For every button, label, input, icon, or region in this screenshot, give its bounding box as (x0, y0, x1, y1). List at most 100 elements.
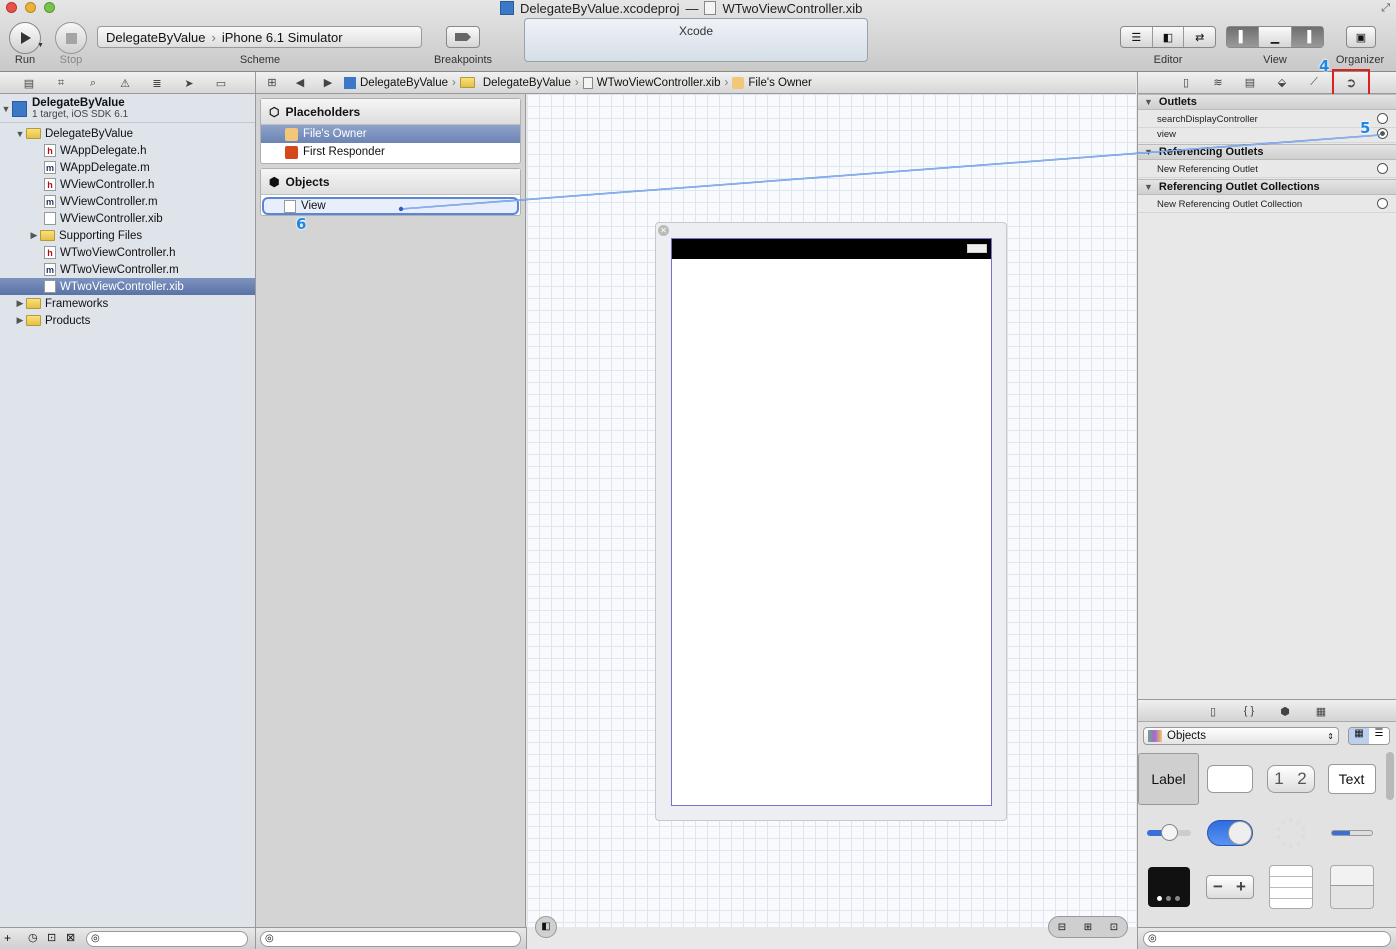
align-icon[interactable]: ⊟ (1058, 922, 1066, 933)
object-library-cube-icon[interactable]: ⬢ (1273, 700, 1297, 722)
list-item[interactable]: m WAppDelegate.m (0, 159, 255, 176)
issue-navigator-warning-icon[interactable]: ⚠ (113, 72, 137, 94)
jump-crumb-file[interactable]: WTwoViewController.xib (582, 76, 721, 89)
add-plus-icon[interactable]: + (4, 931, 11, 945)
connection-circle[interactable] (1377, 113, 1388, 124)
library-item-switch[interactable] (1199, 807, 1260, 859)
connections-inspector-arrow-icon[interactable]: ➲ (1332, 68, 1370, 97)
library-view-toggle[interactable]: ▦ ☰ (1348, 727, 1390, 745)
list-item[interactable]: m WTwoViewController.m (0, 261, 255, 278)
files-owner-row[interactable]: File's Owner (261, 125, 520, 143)
related-items-grid-icon[interactable]: ⊞ (260, 72, 284, 94)
disclosure-closed-icon[interactable]: ▶ (28, 230, 40, 241)
library-item-table-view[interactable] (1260, 861, 1321, 913)
debug-navigator-icon[interactable]: ≣ (145, 72, 169, 94)
library-scrollbar[interactable] (1386, 752, 1394, 800)
first-responder-row[interactable]: First Responder (261, 143, 520, 161)
organizer-button[interactable]: ▣ (1346, 26, 1376, 48)
jump-crumb-owner[interactable]: File's Owner (732, 76, 812, 89)
list-item[interactable]: h WViewController.h (0, 176, 255, 193)
project-root-row[interactable]: ▼ DelegateByValue 1 target, iOS SDK 6.1 (0, 95, 255, 123)
outline-filter-input[interactable]: ◎ (260, 931, 521, 947)
quick-help-icon[interactable]: ≋ (1206, 72, 1230, 94)
grid-view-icon[interactable]: ▦ (1349, 728, 1369, 744)
disclosure-open-icon[interactable]: ▼ (1144, 97, 1153, 107)
zoom-window-button[interactable] (44, 2, 55, 13)
outlets-header[interactable]: ▼ Outlets (1138, 94, 1396, 110)
scheme-selector[interactable]: DelegateByValue › iPhone 6.1 Simulator (97, 26, 422, 48)
connection-circle-filled[interactable] (1377, 128, 1388, 139)
library-filter-input[interactable]: ◎ (1143, 931, 1391, 947)
library-item-page-control[interactable] (1138, 861, 1199, 913)
close-window-button[interactable] (6, 2, 17, 13)
simulated-view[interactable] (671, 238, 992, 806)
close-scene-icon[interactable]: ✕ (658, 225, 669, 236)
library-category-select[interactable]: Objects ⇕ (1143, 727, 1339, 745)
library-item-segmented-control[interactable]: 12 (1260, 753, 1321, 805)
library-item-activity-indicator[interactable] (1260, 807, 1321, 859)
library-item-progress-view[interactable] (1321, 807, 1382, 859)
library-item-button[interactable] (1199, 753, 1260, 805)
list-item[interactable]: ▶ Supporting Files (0, 227, 255, 244)
breakpoint-navigator-icon[interactable]: ➤ (177, 72, 201, 94)
navigator-toggle-icon[interactable]: ▌ (1227, 27, 1260, 47)
list-view-icon[interactable]: ☰ (1369, 728, 1389, 744)
navigator-filter-input[interactable]: ◎ (86, 931, 248, 947)
view-row[interactable]: View (262, 197, 519, 215)
library-item-text-field[interactable]: Text (1321, 753, 1382, 805)
list-item[interactable]: ▼ DelegateByValue (0, 125, 255, 142)
utilities-toggle-icon[interactable]: ▐ (1291, 27, 1323, 47)
list-item[interactable]: m WViewController.m (0, 193, 255, 210)
file-template-icon[interactable]: ▯ (1201, 700, 1225, 722)
identity-inspector-icon[interactable]: ▤ (1238, 72, 1262, 94)
assistant-editor-icon[interactable]: ◧ (1153, 27, 1185, 47)
disclosure-open-icon[interactable]: ▼ (1144, 147, 1153, 157)
view-frame[interactable]: ✕ (655, 222, 1007, 821)
disclosure-open-icon[interactable]: ▼ (1144, 182, 1153, 192)
canvas-zoom-controls[interactable]: ⊟ ⊞ ⊡ (1048, 916, 1128, 938)
hide-outline-button[interactable]: ◧ (535, 916, 557, 938)
editor-mode-control[interactable]: ☰ ◧ ⇄ (1120, 26, 1216, 48)
disclosure-open-icon[interactable]: ▼ (0, 104, 12, 114)
list-item[interactable]: h WTwoViewController.h (0, 244, 255, 261)
jump-crumb-group[interactable]: DelegateByValue (459, 77, 571, 89)
project-navigator-folder-icon[interactable]: ▤ (17, 72, 41, 94)
source-control-icon[interactable]: ⊡ (47, 931, 56, 944)
back-arrow-icon[interactable]: ◀ (288, 72, 312, 94)
symbol-navigator-icon[interactable]: ⌗ (49, 72, 73, 94)
disclosure-closed-icon[interactable]: ▶ (14, 315, 26, 326)
list-item[interactable]: ▶ Products (0, 312, 255, 329)
minimize-window-button[interactable] (25, 2, 36, 13)
attributes-inspector-icon[interactable]: ⬙ (1270, 72, 1294, 94)
media-library-icon[interactable]: ▦ (1309, 700, 1333, 722)
library-item-stepper[interactable]: − + (1199, 861, 1260, 913)
unsaved-filter-icon[interactable]: ⊠ (66, 931, 75, 944)
list-item[interactable]: WViewController.xib (0, 210, 255, 227)
view-toggle-control[interactable]: ▌ ▁ ▐ (1226, 26, 1324, 48)
disclosure-open-icon[interactable]: ▼ (14, 129, 26, 139)
file-inspector-icon[interactable]: ▯ (1174, 72, 1198, 94)
connection-circle[interactable] (1377, 198, 1388, 209)
run-options-chevron-icon[interactable]: ▼ (37, 42, 44, 49)
code-snippet-icon[interactable]: { } (1237, 700, 1261, 722)
interface-builder-canvas[interactable]: ✕ (527, 94, 1136, 927)
connection-circle[interactable] (1377, 163, 1388, 174)
version-editor-icon[interactable]: ⇄ (1184, 27, 1215, 47)
library-item-label[interactable]: Label (1138, 753, 1199, 805)
recent-clock-icon[interactable]: ◷ (28, 931, 38, 944)
log-navigator-icon[interactable]: ▭ (209, 72, 233, 94)
list-item[interactable]: ▶ Frameworks (0, 295, 255, 312)
debug-area-toggle-icon[interactable]: ▁ (1259, 27, 1292, 47)
library-item-slider-switch[interactable] (1138, 807, 1199, 859)
referencing-collections-header[interactable]: ▼ Referencing Outlet Collections (1138, 179, 1396, 195)
jump-crumb-project[interactable]: DelegateByValue (344, 76, 448, 89)
library-item-table-view-cell[interactable] (1321, 861, 1382, 913)
search-navigator-icon[interactable]: ⌕ (81, 72, 105, 94)
run-button[interactable] (9, 22, 41, 54)
referencing-outlets-header[interactable]: ▼ Referencing Outlets (1138, 144, 1396, 160)
list-item[interactable]: h WAppDelegate.h (0, 142, 255, 159)
disclosure-closed-icon[interactable]: ▶ (14, 298, 26, 309)
breakpoints-button[interactable] (446, 26, 480, 48)
pin-icon[interactable]: ⊞ (1084, 922, 1092, 933)
list-item-selected[interactable]: WTwoViewController.xib (0, 278, 255, 295)
